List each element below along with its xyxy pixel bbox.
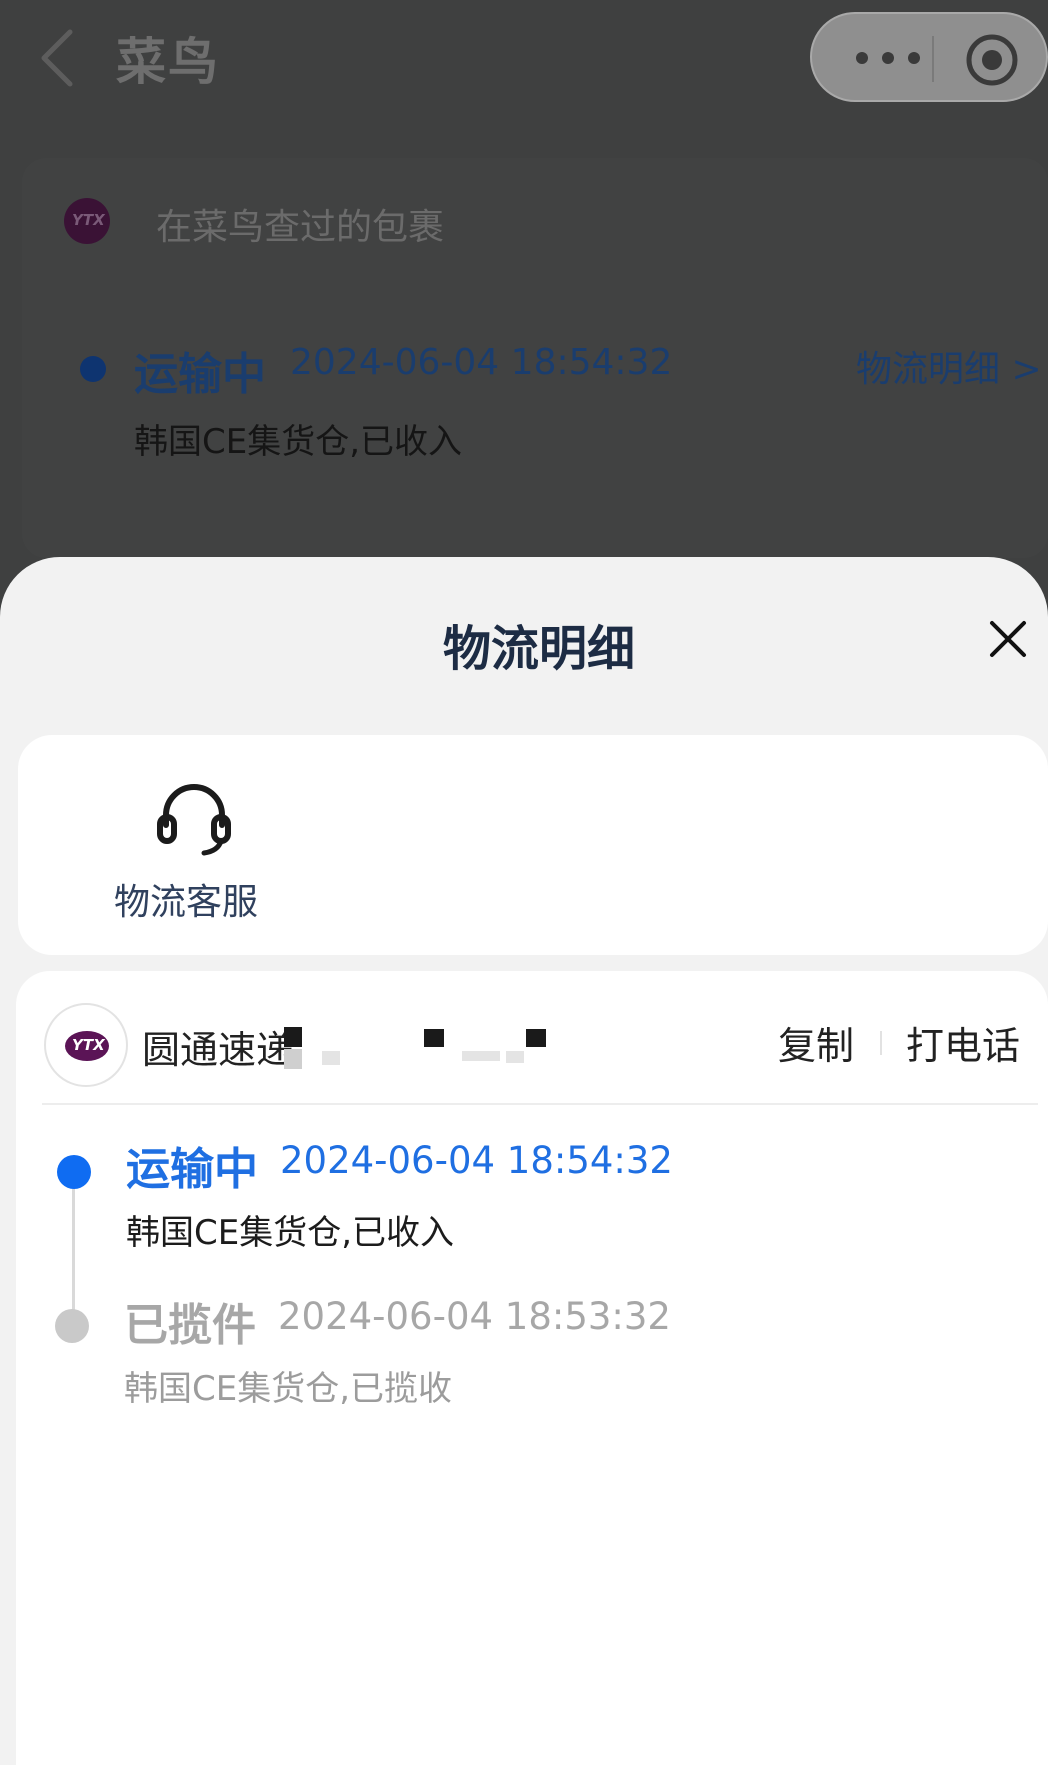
redaction-mark bbox=[526, 1029, 546, 1047]
status-dot bbox=[80, 356, 106, 382]
carrier-avatar: YTX bbox=[44, 1003, 128, 1087]
capsule-divider bbox=[932, 36, 934, 82]
carrier-name: 圆通速递 bbox=[142, 1028, 295, 1072]
back-icon[interactable] bbox=[34, 26, 80, 90]
status-time: 2024-06-04 18:54:32 bbox=[290, 342, 673, 383]
redaction-mark bbox=[462, 1051, 500, 1061]
logistics-detail-link[interactable]: 物流明细 > bbox=[856, 340, 1042, 392]
timeline-time: 2024-06-04 18:53:32 bbox=[278, 1295, 671, 1338]
mini-program-capsule bbox=[810, 12, 1048, 102]
logo-text: YTX bbox=[72, 1036, 105, 1054]
sheet-title: 物流明细 bbox=[442, 621, 635, 677]
status-description: 韩国CE集货仓,已收入 bbox=[134, 422, 463, 462]
timeline-dot-done bbox=[55, 1309, 89, 1343]
redaction-mark bbox=[322, 1051, 340, 1065]
close-program-icon[interactable] bbox=[964, 32, 1020, 88]
headset-icon bbox=[157, 784, 231, 856]
tracking-card: YTX 圆通速递 复制 打电话 运输中 2024-06-04 18:54:32 … bbox=[16, 971, 1048, 1765]
carrier-logo: YTX bbox=[64, 198, 110, 244]
redaction-mark bbox=[284, 1027, 302, 1047]
close-icon[interactable] bbox=[984, 615, 1032, 663]
background-package-card: YTX 在菜鸟查过的包裹 运输中 2024-06-04 18:54:32 物流明… bbox=[22, 158, 1048, 558]
history-label: 在菜鸟查过的包裹 bbox=[156, 207, 445, 248]
timeline-dot-active bbox=[57, 1155, 91, 1189]
timeline-line bbox=[72, 1173, 75, 1325]
card-divider bbox=[42, 1103, 1038, 1105]
timeline-description: 韩国CE集货仓,已收入 bbox=[126, 1213, 455, 1253]
timeline-status: 已揽件 bbox=[124, 1300, 256, 1351]
logo-text: YTX bbox=[72, 211, 105, 229]
nav-bar: 菜鸟 bbox=[0, 0, 1048, 120]
service-label: 物流客服 bbox=[114, 882, 259, 923]
action-divider bbox=[880, 1031, 882, 1055]
redaction-mark bbox=[424, 1029, 444, 1047]
redaction-mark bbox=[506, 1051, 524, 1063]
call-button[interactable]: 打电话 bbox=[906, 1015, 1020, 1070]
status-text: 运输中 bbox=[134, 349, 266, 400]
logistics-service-card[interactable]: 物流客服 bbox=[18, 735, 1048, 955]
timeline-description: 韩国CE集货仓,已揽收 bbox=[124, 1369, 453, 1409]
redaction-mark bbox=[284, 1049, 302, 1069]
carrier-logo: YTX bbox=[65, 1031, 109, 1061]
more-icon[interactable] bbox=[848, 40, 942, 76]
copy-button[interactable]: 复制 bbox=[778, 1015, 854, 1070]
logistics-detail-sheet: 物流明细 物流客服 YTX 圆通速递 复制 打电话 运输中 2024-06-04… bbox=[0, 557, 1048, 1765]
nav-title: 菜鸟 bbox=[116, 33, 220, 91]
timeline-time: 2024-06-04 18:54:32 bbox=[280, 1139, 673, 1182]
timeline-status: 运输中 bbox=[126, 1144, 258, 1195]
